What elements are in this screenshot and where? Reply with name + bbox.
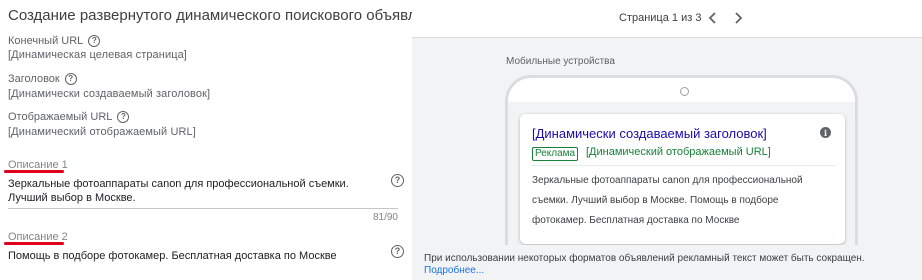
ad-divider: [532, 165, 836, 166]
phone-top: [508, 78, 855, 102]
headline-label: Заголовок ?: [8, 73, 77, 85]
ad-preview-panel: Страница 1 из 3 Мобильные устройства [Ди…: [412, 0, 922, 280]
phone-screen: [Динамически создаваемый заголовок] i Ре…: [508, 102, 855, 245]
info-icon[interactable]: i: [820, 127, 831, 138]
headline-label-text: Заголовок: [8, 73, 60, 85]
ad-description: Зеркальные фотоаппараты canon для профес…: [532, 175, 803, 226]
description1-input[interactable]: Зеркальные фотоаппараты canon для профес…: [8, 177, 378, 205]
ad-headline[interactable]: [Динамически создаваемый заголовок]: [532, 126, 767, 141]
phone-frame: [Динамически создаваемый заголовок] i Ре…: [505, 75, 858, 245]
description1-underline: [8, 208, 398, 209]
chevron-right-icon[interactable]: [729, 9, 747, 27]
camera-icon: [680, 87, 689, 96]
headline-value[interactable]: [Динамически создаваемый заголовок]: [8, 88, 210, 100]
ad-badge: Реклама: [532, 147, 579, 161]
final-url-label: Конечный URL ?: [8, 35, 101, 47]
display-url-label: Отображаемый URL ?: [8, 111, 130, 123]
display-url-value[interactable]: [Динамический отображаемый URL]: [8, 126, 196, 138]
final-url-label-text: Конечный URL: [8, 35, 84, 47]
device-caption: Мобильные устройства: [506, 56, 615, 67]
help-icon[interactable]: ?: [391, 174, 404, 187]
form-title: Создание развернутого динамического поис…: [8, 7, 450, 24]
ad-form-panel: Создание развернутого динамического поис…: [0, 0, 450, 280]
display-url-label-text: Отображаемый URL: [8, 111, 113, 123]
preview-pager: Страница 1 из 3: [412, 0, 922, 38]
description2-input[interactable]: Помощь в подборе фотокамер. Бесплатная д…: [8, 249, 378, 263]
truncation-note: При использовании некоторых форматов объ…: [424, 253, 865, 264]
annotation-underline: [4, 242, 64, 245]
page-indicator: Страница 1 из 3: [619, 12, 702, 24]
chevron-left-icon[interactable]: [704, 9, 722, 27]
help-icon[interactable]: ?: [64, 73, 77, 85]
help-icon[interactable]: ?: [391, 245, 404, 258]
ad-card: [Динамически создаваемый заголовок] i Ре…: [520, 114, 845, 244]
learn-more-link[interactable]: Подробнее...: [424, 265, 484, 276]
final-url-value[interactable]: [Динамическая целевая страница]: [8, 49, 187, 61]
description1-counter: 81/90: [372, 212, 398, 223]
help-icon[interactable]: ?: [88, 35, 101, 47]
help-icon[interactable]: ?: [117, 111, 130, 123]
annotation-underline: [4, 170, 64, 173]
ad-display-url: [Динамический отображаемый URL]: [586, 146, 771, 158]
